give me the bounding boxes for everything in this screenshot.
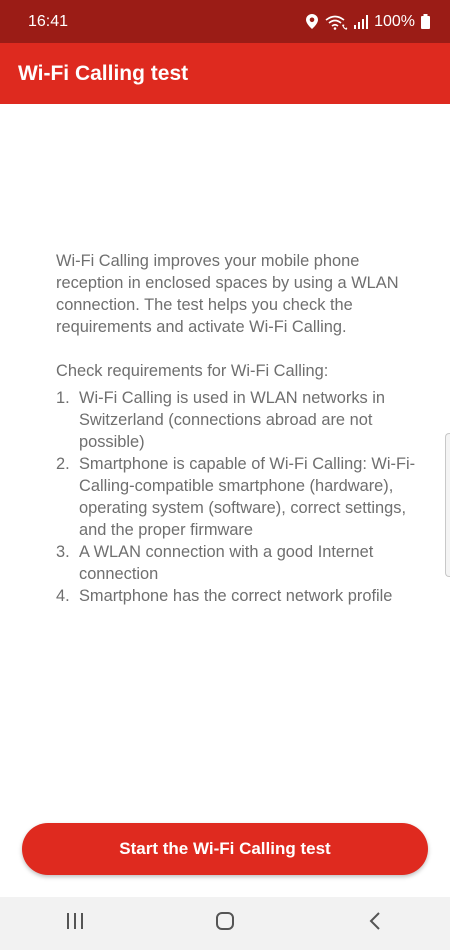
list-item: 3. A WLAN connection with a good Interne… [56, 541, 428, 585]
status-time: 16:41 [28, 12, 69, 30]
list-item-number: 1. [56, 389, 70, 407]
app-bar: Wi-Fi Calling test [0, 43, 450, 104]
list-item: 2. Smartphone is capable of Wi-Fi Callin… [56, 453, 428, 541]
recent-apps-icon [66, 912, 84, 935]
content-area: Wi-Fi Calling improves your mobile phone… [56, 250, 428, 607]
page-title: Wi-Fi Calling test [18, 61, 189, 85]
location-icon [306, 14, 319, 29]
list-item-text: Wi-Fi Calling is used in WLAN networks i… [79, 389, 386, 451]
status-bar: 16:41 100% [0, 0, 450, 43]
list-item-text: Smartphone has the correct network profi… [79, 587, 393, 605]
intro-text: Wi-Fi Calling improves your mobile phone… [56, 252, 399, 336]
recent-apps-button[interactable] [45, 904, 105, 944]
battery-icon [421, 14, 430, 29]
home-icon [215, 911, 235, 936]
start-test-button[interactable]: Start the Wi-Fi Calling test [22, 823, 428, 875]
back-button[interactable] [345, 904, 405, 944]
list-item: 1. Wi-Fi Calling is used in WLAN network… [56, 387, 428, 453]
list-item-text: A WLAN connection with a good Internet c… [79, 543, 374, 583]
signal-icon [354, 14, 369, 29]
status-icons: 100% [306, 13, 430, 31]
navigation-bar [0, 897, 450, 950]
list-item-number: 4. [56, 587, 70, 605]
list-item-number: 2. [56, 455, 70, 473]
requirements-list: 1. Wi-Fi Calling is used in WLAN network… [56, 387, 428, 607]
list-item-text: Smartphone is capable of Wi-Fi Calling: … [79, 455, 416, 539]
wifi-calling-icon [324, 14, 348, 30]
requirements-heading: Check requirements for Wi-Fi Calling: [56, 362, 329, 380]
list-item-number: 3. [56, 543, 70, 561]
home-button[interactable] [195, 904, 255, 944]
back-icon [368, 912, 382, 935]
list-item: 4. Smartphone has the correct network pr… [56, 585, 428, 607]
edge-panel-handle[interactable] [445, 433, 450, 577]
battery-percent: 100% [374, 12, 415, 30]
